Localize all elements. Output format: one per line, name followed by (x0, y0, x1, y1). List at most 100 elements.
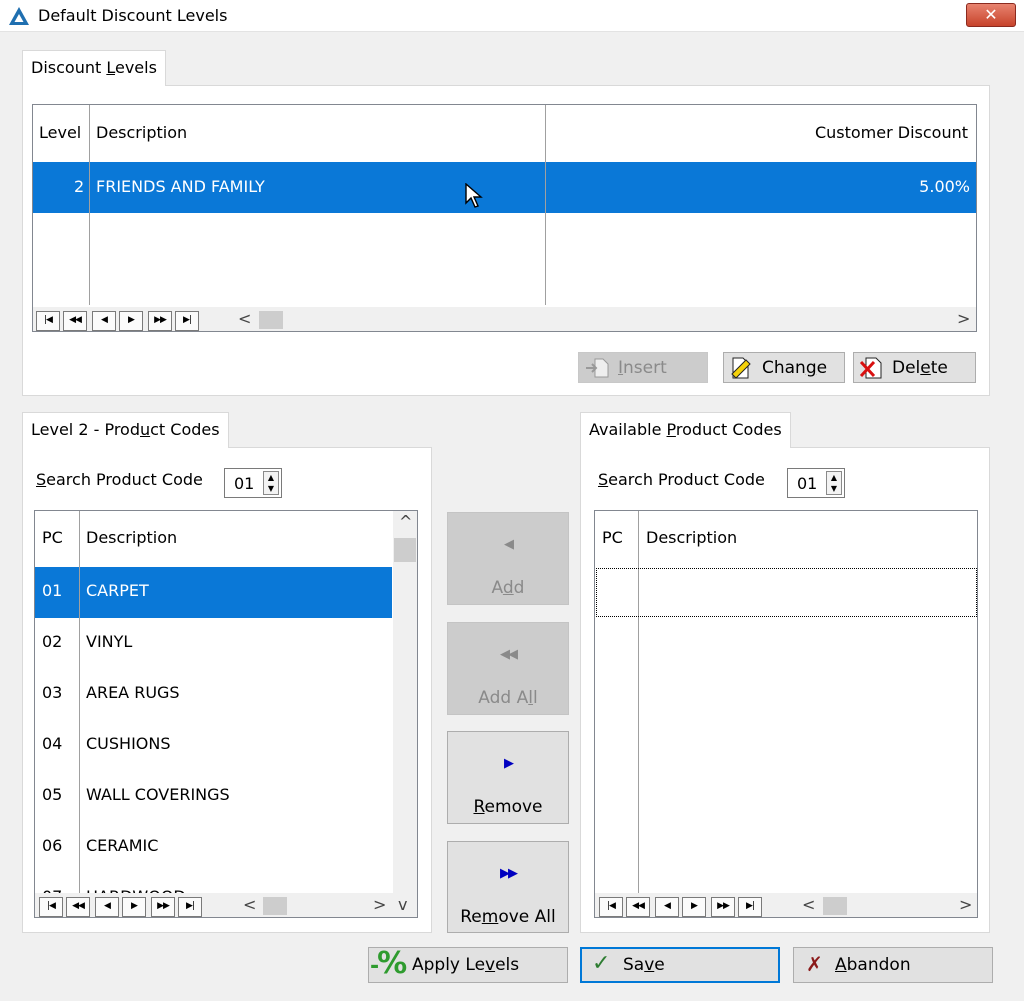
arrow-left-icon: ◀ (504, 537, 514, 552)
available-search-product-code-value: 01 (797, 474, 818, 493)
nav-last-icon[interactable]: ▶| (738, 897, 762, 917)
discount-levels-grid[interactable]: Level Description Customer Discount 2 FR… (32, 104, 977, 332)
search-product-code-value: 01 (234, 474, 255, 493)
scroll-right-icon[interactable]: > (957, 309, 970, 328)
grid-navigation-bar: |◀ ◀◀ ◀ ▶ ▶▶ ▶| < > (595, 893, 977, 917)
search-product-code-label: Search Product Code (36, 470, 203, 489)
grid-navigation-bar: |◀ ◀◀ ◀ ▶ ▶▶ ▶| < > v (35, 893, 417, 917)
column-header-pc[interactable]: PC (602, 528, 623, 547)
cell-description: VINYL (86, 632, 133, 651)
insert-button[interactable]: Insert (578, 352, 708, 383)
cell-description: CARPET (86, 581, 149, 600)
column-header-description[interactable]: Description (86, 528, 177, 547)
nav-next-page-icon[interactable]: ▶▶ (151, 897, 175, 917)
remove-button[interactable]: ▶ Remove (447, 731, 569, 824)
scroll-right-icon[interactable]: > (959, 895, 972, 914)
delete-button[interactable]: Delete (853, 352, 976, 383)
horizontal-scrollbar-thumb[interactable] (259, 311, 283, 329)
add-button[interactable]: ◀ Add (447, 512, 569, 605)
remove-all-button[interactable]: ▶▶ Remove All (447, 841, 569, 933)
tab-available-product-codes[interactable]: Available Product Codes (580, 412, 791, 448)
search-product-code-stepper[interactable]: 01 ▲ ▼ (224, 468, 282, 498)
nav-first-icon[interactable]: |◀ (599, 897, 623, 917)
mouse-cursor-icon (465, 183, 483, 208)
cell-pc: 03 (42, 683, 63, 702)
vertical-scrollbar[interactable]: ^ (393, 511, 417, 895)
horizontal-scrollbar-thumb[interactable] (823, 897, 847, 915)
scroll-left-icon[interactable]: < (238, 309, 251, 328)
nav-next-page-icon[interactable]: ▶▶ (711, 897, 735, 917)
cell-description: AREA RUGS (86, 683, 180, 702)
scroll-left-icon[interactable]: < (243, 895, 256, 914)
scroll-left-icon[interactable]: < (802, 895, 815, 914)
table-row[interactable]: 05 WALL COVERINGS (35, 771, 392, 822)
close-button[interactable]: ✕ (966, 3, 1016, 27)
column-header-level[interactable]: Level (39, 123, 81, 142)
spin-down-icon[interactable]: ▼ (827, 483, 841, 494)
save-button[interactable]: ✓ Save (580, 947, 780, 983)
tab-level-product-codes[interactable]: Level 2 - Product Codes (22, 412, 229, 448)
spin-up-icon[interactable]: ▲ (827, 472, 841, 483)
column-header-description[interactable]: Description (646, 528, 737, 547)
delete-icon (859, 357, 882, 379)
column-divider (89, 105, 90, 305)
app-logo-icon (9, 7, 29, 25)
available-search-product-code-stepper[interactable]: 01 ▲ ▼ (787, 468, 845, 498)
double-arrow-right-icon: ▶▶ (500, 866, 518, 881)
spin-up-icon[interactable]: ▲ (264, 472, 278, 483)
table-row[interactable]: 03 AREA RUGS (35, 669, 392, 720)
percent-icon: -% (370, 946, 407, 981)
nav-first-icon[interactable]: |◀ (39, 897, 63, 917)
cell-description: CUSHIONS (86, 734, 171, 753)
scroll-right-icon[interactable]: > (373, 895, 386, 914)
nav-last-icon[interactable]: ▶| (178, 897, 202, 917)
table-row[interactable]: 04 CUSHIONS (35, 720, 392, 771)
window-title: Default Discount Levels (38, 6, 228, 25)
table-row[interactable]: 01 CARPET (35, 567, 392, 618)
scroll-down-icon[interactable]: v (398, 895, 407, 914)
nav-prev-page-icon[interactable]: ◀◀ (66, 897, 90, 917)
edit-icon (731, 357, 751, 379)
nav-last-icon[interactable]: ▶| (175, 311, 199, 331)
nav-prev-icon[interactable]: ◀ (92, 311, 116, 331)
abandon-button[interactable]: ✗ Abandon (793, 947, 993, 983)
cell-customer-discount: 5.00% (919, 177, 970, 196)
nav-next-icon[interactable]: ▶ (682, 897, 706, 917)
nav-prev-page-icon[interactable]: ◀◀ (63, 311, 87, 331)
cell-description: WALL COVERINGS (86, 785, 230, 804)
nav-prev-page-icon[interactable]: ◀◀ (626, 897, 650, 917)
nav-prev-icon[interactable]: ◀ (655, 897, 679, 917)
add-all-button[interactable]: ◀◀ Add All (447, 622, 569, 715)
nav-next-icon[interactable]: ▶ (119, 311, 143, 331)
cell-description: CERAMIC (86, 836, 159, 855)
column-header-customer-discount[interactable]: Customer Discount (815, 123, 968, 142)
nav-next-icon[interactable]: ▶ (122, 897, 146, 917)
title-bar: Default Discount Levels ✕ (0, 0, 1024, 32)
cell-pc: 06 (42, 836, 63, 855)
spin-down-icon[interactable]: ▼ (264, 483, 278, 494)
vertical-scrollbar-thumb[interactable] (394, 538, 416, 562)
cell-pc: 04 (42, 734, 63, 753)
tab-discount-levels[interactable]: Discount Levels (22, 50, 166, 86)
table-row[interactable]: 02 VINYL (35, 618, 392, 669)
apply-levels-button[interactable]: -% Apply Levels (368, 946, 568, 983)
scroll-up-icon[interactable]: ^ (399, 512, 412, 531)
spin-buttons[interactable]: ▲ ▼ (826, 471, 842, 495)
nav-first-icon[interactable]: |◀ (36, 311, 60, 331)
level-product-codes-grid[interactable]: PC Description 01 CARPET 02 VINYL 03 ARE… (34, 510, 418, 918)
table-row[interactable]: 2 FRIENDS AND FAMILY 5.00% (33, 162, 976, 213)
available-product-codes-grid[interactable]: PC Description |◀ ◀◀ ◀ ▶ ▶▶ ▶| < > (594, 510, 978, 918)
column-header-pc[interactable]: PC (42, 528, 63, 547)
nav-next-page-icon[interactable]: ▶▶ (148, 311, 172, 331)
horizontal-scrollbar-thumb[interactable] (263, 897, 287, 915)
table-row[interactable] (596, 568, 977, 617)
nav-prev-icon[interactable]: ◀ (95, 897, 119, 917)
cell-level: 2 (74, 177, 85, 196)
column-divider (79, 511, 80, 895)
spin-buttons[interactable]: ▲ ▼ (263, 471, 279, 495)
column-header-description[interactable]: Description (96, 123, 187, 142)
checkmark-icon: ✓ (592, 951, 611, 976)
cell-description: FRIENDS AND FAMILY (96, 177, 265, 196)
change-button[interactable]: Change (723, 352, 845, 383)
table-row[interactable]: 06 CERAMIC (35, 822, 392, 873)
